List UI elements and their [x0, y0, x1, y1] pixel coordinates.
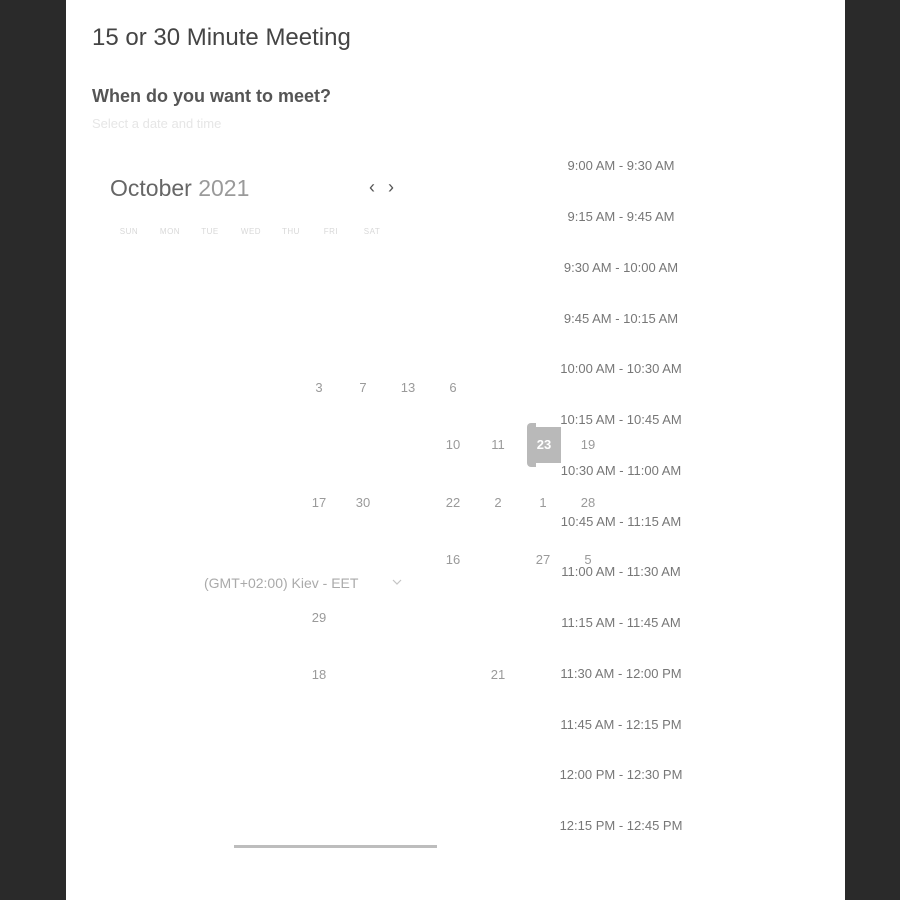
calendar-day[interactable]: 22 [436, 486, 470, 520]
horizontal-scrollbar[interactable] [234, 845, 437, 848]
calendar-day-selected[interactable]: 23 [527, 423, 561, 467]
time-slot[interactable]: 10:30 AM - 11:00 AM [536, 463, 706, 478]
section-subtitle: Select a date and time [92, 116, 222, 131]
weekday-sat: SAT [363, 227, 381, 236]
calendar-day[interactable]: 6 [436, 371, 470, 405]
weekday-mon: MON [159, 227, 181, 236]
calendar-day[interactable]: 16 [436, 543, 470, 577]
calendar-day[interactable]: 2 [481, 486, 515, 520]
time-slot[interactable]: 12:15 PM - 12:45 PM [536, 818, 706, 833]
calendar-day[interactable]: 10 [436, 428, 470, 462]
timezone-select[interactable]: (GMT+02:00) Kiev - EET [204, 575, 358, 591]
chevron-down-icon[interactable] [391, 576, 405, 590]
section-heading: When do you want to meet? [92, 86, 331, 106]
calendar-day[interactable]: 18 [302, 658, 336, 692]
calendar-day[interactable]: 13 [391, 371, 425, 405]
calendar-day[interactable]: 3 [302, 371, 336, 405]
calendar-month-year: October 2021 [110, 175, 249, 202]
time-slot[interactable]: 9:30 AM - 10:00 AM [536, 260, 706, 275]
time-slot[interactable]: 11:15 AM - 11:45 AM [536, 615, 706, 630]
time-slot[interactable]: 9:00 AM - 9:30 AM [536, 158, 706, 173]
time-slot[interactable]: 10:15 AM - 10:45 AM [536, 412, 706, 427]
time-slot[interactable]: 11:30 AM - 12:00 PM [536, 666, 706, 681]
time-slot[interactable]: 10:45 AM - 11:15 AM [536, 514, 706, 529]
calendar-day[interactable]: 11 [481, 428, 515, 462]
calendar-year: 2021 [198, 175, 250, 201]
weekday-tue: TUE [201, 227, 219, 236]
calendar-month: October [110, 175, 192, 201]
time-slot[interactable]: 9:45 AM - 10:15 AM [536, 311, 706, 326]
meeting-title: 15 or 30 Minute Meeting [92, 24, 351, 51]
weekday-fri: FRI [323, 227, 339, 236]
calendar-day[interactable]: 17 [302, 486, 336, 520]
calendar-day[interactable]: 29 [302, 601, 336, 635]
calendar-day[interactable]: 19 [571, 428, 605, 462]
chevron-left-icon: ‹ [369, 177, 375, 197]
weekday-thu: THU [282, 227, 300, 236]
calendar-day[interactable]: 30 [346, 486, 380, 520]
prev-month-button[interactable]: ‹ [364, 177, 380, 197]
time-slot[interactable]: 10:00 AM - 10:30 AM [536, 361, 706, 376]
next-month-button[interactable]: › [383, 177, 399, 197]
calendar-day[interactable]: 7 [346, 371, 380, 405]
time-slot[interactable]: 9:15 AM - 9:45 AM [536, 209, 706, 224]
scheduler-panel: 15 or 30 Minute Meeting When do you want… [66, 0, 845, 900]
weekday-sun: SUN [119, 227, 139, 236]
time-slot[interactable]: 11:45 AM - 12:15 PM [536, 717, 706, 732]
time-slot[interactable]: 12:00 PM - 12:30 PM [536, 767, 706, 782]
time-slot[interactable]: 11:00 AM - 11:30 AM [536, 564, 706, 579]
chevron-right-icon: › [388, 177, 394, 197]
weekday-wed: WED [240, 227, 262, 236]
calendar-day[interactable]: 21 [481, 658, 515, 692]
